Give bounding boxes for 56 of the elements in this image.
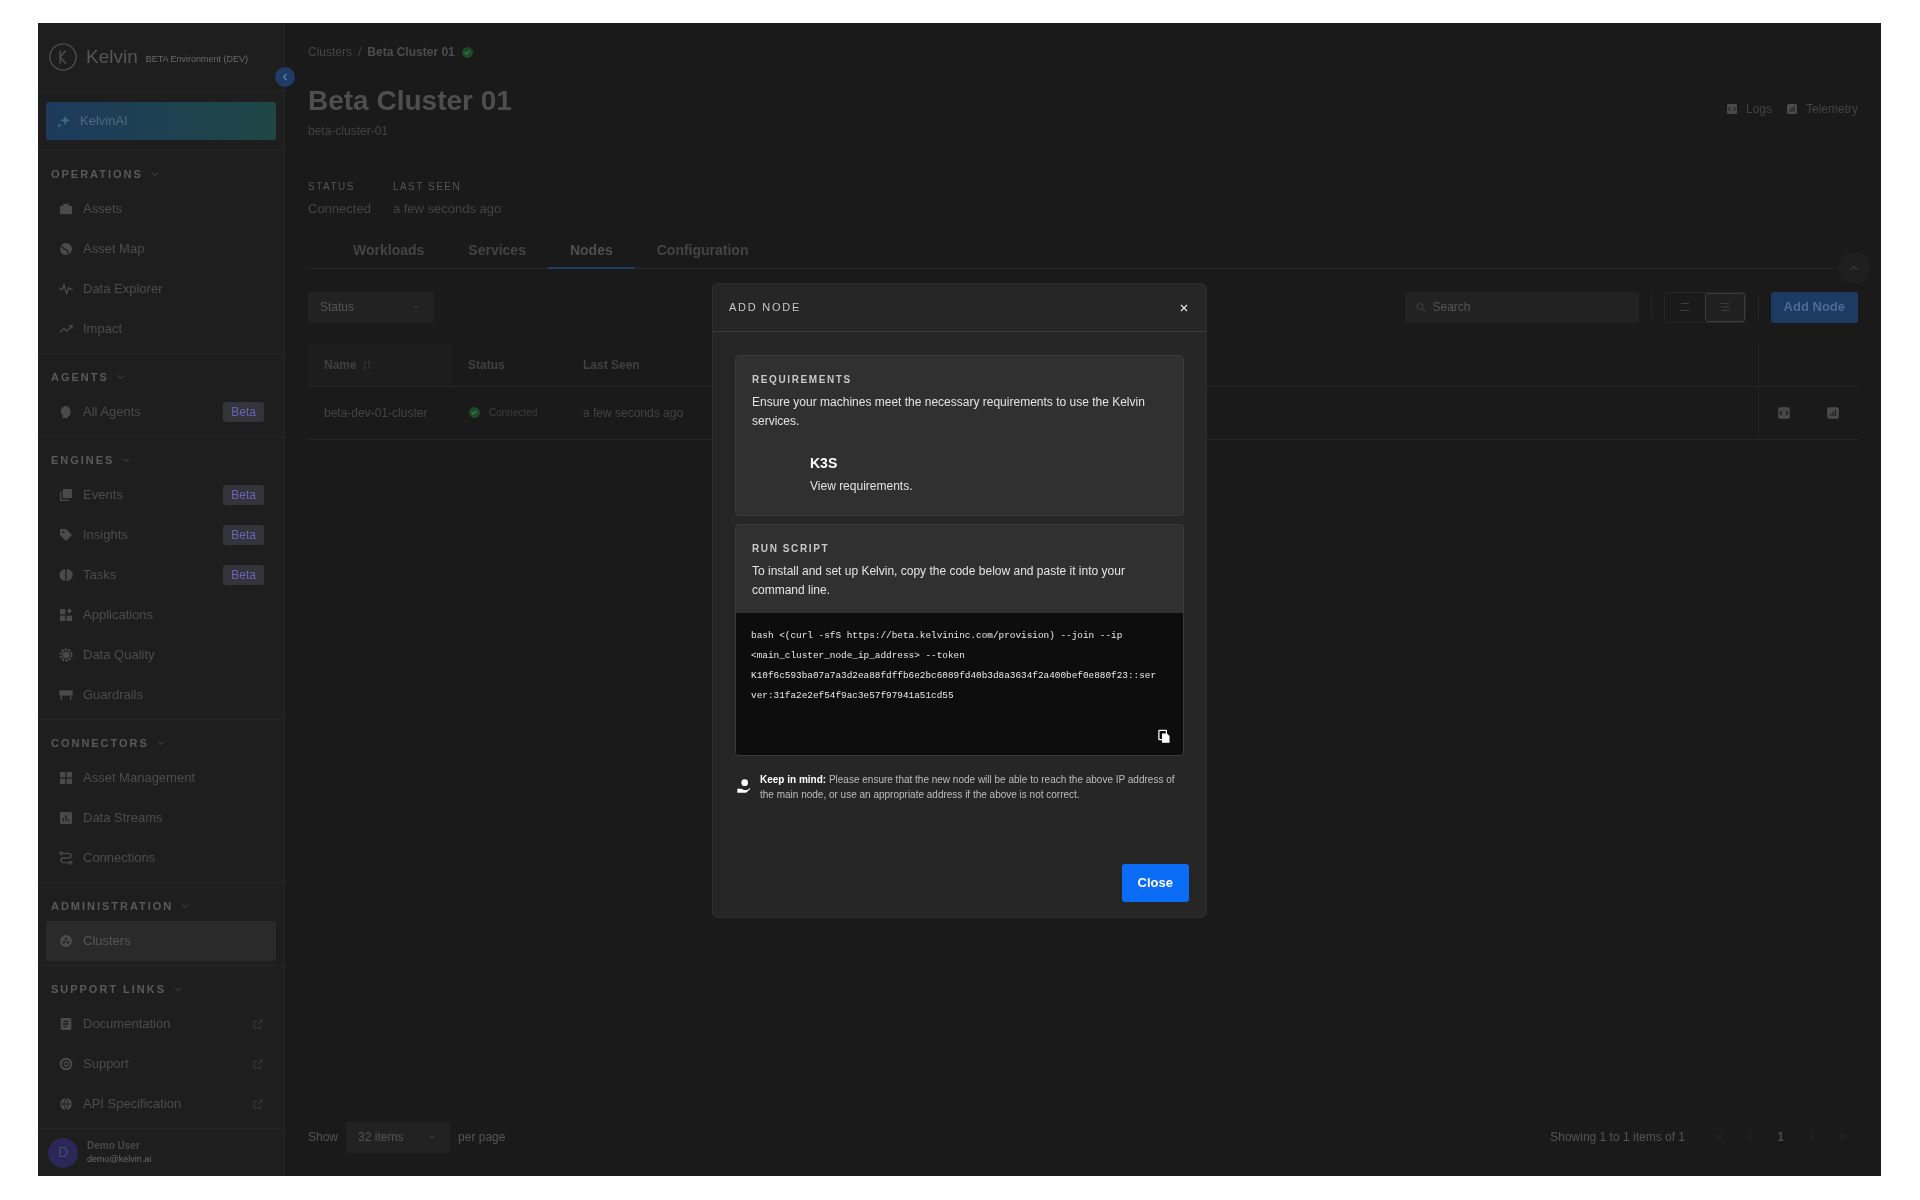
code-icon (1725, 103, 1738, 115)
card-description: Ensure your machines meet the necessary requirements to use the Kelvin services. (752, 394, 1146, 430)
beta-badge: Beta (223, 402, 264, 422)
sparkle-icon (56, 113, 72, 129)
route-icon (58, 850, 74, 866)
environment-label: BETA Environment (DEV) (145, 53, 249, 67)
collapse-header-button[interactable] (1838, 251, 1870, 284)
logo-icon (48, 42, 78, 72)
install-command: bash <(curl -sfS https://beta.kelvininc.com/provision) --join --ip <main_cluster_node_ip_address> --token K10f6c593ba07a7a3d2ea88fdffb6e2bc6089fd40b3d8a3634f2a400bef0e880f23::ser ver:31fa2e2ef54f9ac3e57f97941a51cd55 (751, 629, 1158, 703)
copy-icon[interactable] (1157, 729, 1172, 744)
cluster-icon (58, 933, 74, 949)
card-description: To install and set up Kelvin, copy the code below and paste it into your command line. (752, 563, 1126, 599)
beta-badge: Beta (223, 565, 264, 585)
close-button[interactable]: Close (1121, 864, 1189, 902)
search-icon (1414, 300, 1427, 314)
beta-badge: Beta (223, 525, 264, 545)
pagination-label: Show (308, 1129, 339, 1146)
check-circle-icon (468, 406, 481, 419)
section-header[interactable]: CONNECTORS (46, 728, 172, 758)
logo-wordmark: Kelvin (86, 44, 138, 69)
keep-in-mind-note: Keep in mind: Please ensure that the new node will be able to reach the above IP address of the main node, or use an appropriate address if the above is not correct. (760, 773, 1176, 802)
globe-icon (58, 241, 74, 257)
chart-icon (58, 810, 74, 826)
briefcase-icon (58, 201, 74, 217)
user-email: demo@kelvin.ai (87, 1153, 152, 1167)
meta-label: STATUS (308, 180, 356, 194)
section-header[interactable]: SUPPORT LINKS (46, 974, 189, 1004)
beta-badge: Beta (223, 485, 264, 505)
section-header[interactable]: ENGINES (46, 445, 138, 475)
requirement-title: K3S (810, 454, 839, 473)
document-icon (58, 1016, 74, 1032)
pagination-summary: Showing 1 to 1 items of 1 (1550, 1129, 1685, 1146)
globe-icon (58, 1096, 74, 1112)
section-header[interactable]: ADMINISTRATION (46, 891, 197, 921)
code-icon[interactable] (1776, 405, 1791, 420)
tag-icon (58, 527, 74, 543)
collapse-sidebar-button[interactable] (275, 67, 295, 87)
barrier-icon (58, 687, 74, 703)
sort-icon (360, 358, 373, 371)
head-icon (58, 404, 74, 420)
section-header[interactable]: OPERATIONS (46, 159, 166, 189)
breadcrumb-separator: / (358, 44, 362, 61)
section-header[interactable]: AGENTS (46, 362, 132, 392)
dialog-title: ADD NODE (729, 300, 802, 316)
hand-info-icon (736, 778, 752, 794)
card-heading: RUN SCRIPT (752, 542, 831, 556)
chart-icon (1786, 103, 1798, 115)
meta-label: LAST SEEN (392, 180, 463, 194)
view-requirements-link[interactable]: View requirements. (810, 477, 913, 495)
chart-icon[interactable] (1826, 405, 1841, 420)
grid-icon (58, 607, 74, 623)
card-heading: REQUIREMENTS (752, 373, 853, 387)
stacked-cards-icon (58, 487, 74, 503)
view-toggle-button[interactable] (1704, 292, 1745, 322)
pagination-label: per page (458, 1129, 506, 1146)
pulse-icon (58, 281, 74, 297)
